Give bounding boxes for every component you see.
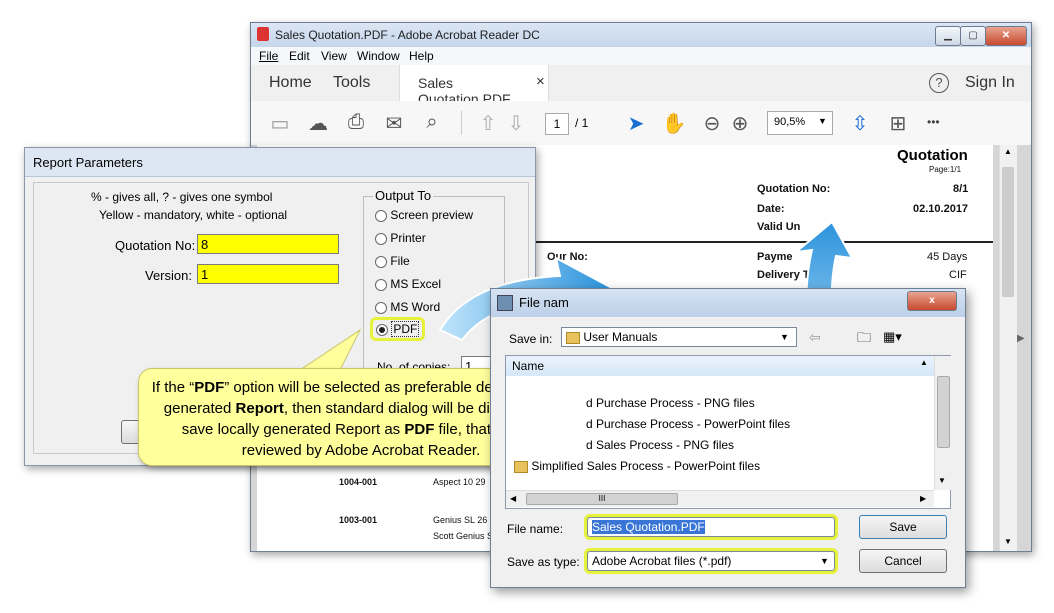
column-header[interactable]: Name ▲ <box>506 356 934 376</box>
save-button[interactable]: Save <box>859 515 947 539</box>
file-name-input[interactable]: Sales Quotation.PDF <box>587 517 835 537</box>
callout-text: If the “ <box>151 379 195 396</box>
back-arrow-icon[interactable]: ⇦ <box>809 329 821 346</box>
chevron-down-icon: ▼ <box>820 556 829 566</box>
list-item[interactable]: d Purchase Process - PNG files <box>586 396 755 410</box>
column-header-label: Name <box>512 359 545 373</box>
file-dialog-title: File nam <box>519 295 569 310</box>
list-item-label: d Purchase Process - PowerPoint files <box>586 417 791 431</box>
scroll-right-icon[interactable]: ▶ <box>920 494 926 503</box>
scroll-down-icon[interactable]: ▼ <box>938 476 946 485</box>
list-item-label: d Purchase Process - PNG files <box>586 396 755 410</box>
file-dialog-titlebar: File nam x <box>491 289 965 317</box>
scroll-thumb[interactable] <box>937 376 950 448</box>
file-dialog-close-button[interactable]: x <box>907 291 957 311</box>
save-type-label: Save as type: <box>507 555 580 569</box>
cancel-button[interactable]: Cancel <box>859 549 947 573</box>
file-name-value: Sales Quotation.PDF <box>592 520 705 534</box>
list-item[interactable]: d Purchase Process - PowerPoint files <box>586 417 790 431</box>
file-dialog-icon <box>497 295 513 311</box>
view-menu-icon[interactable]: ▦▾ <box>883 329 902 345</box>
list-vertical-scrollbar[interactable]: ▼ <box>934 356 951 490</box>
file-save-dialog: File nam x Save in: User Manuals ▼ ⇦ 🗀 ▦… <box>490 288 966 588</box>
folder-icon <box>514 460 528 473</box>
scroll-thumb[interactable]: III <box>526 493 678 505</box>
scroll-grip: III <box>598 494 606 503</box>
chevron-down-icon: ▼ <box>780 332 789 342</box>
file-name-label: File name: <box>507 522 564 536</box>
save-type-value: Adobe Acrobat files (*.pdf) <box>592 554 732 568</box>
sort-arrow-icon: ▲ <box>920 358 928 367</box>
save-in-value: User Manuals <box>583 330 658 344</box>
list-item[interactable]: d Sales Process - PNG files <box>586 438 734 452</box>
callout-pdf: PDF <box>404 421 435 438</box>
list-item-label: d Sales Process - PNG files <box>586 438 735 452</box>
new-folder-icon[interactable]: 🗀 <box>857 327 871 351</box>
scroll-left-icon[interactable]: ◀ <box>510 494 516 503</box>
list-item-label: Simplified Sales Process - PowerPoint fi… <box>531 459 761 473</box>
list-horizontal-scrollbar[interactable]: ◀ III ▶ <box>506 490 934 507</box>
file-list: Name ▲ d Purchase Process - PNG files d … <box>505 355 951 509</box>
list-item[interactable]: Simplified Sales Process - PowerPoint fi… <box>514 459 760 473</box>
callout-pdf: PDF <box>194 379 225 396</box>
save-in-select[interactable]: User Manuals ▼ <box>561 327 797 347</box>
folder-icon <box>566 331 580 344</box>
save-type-select[interactable]: Adobe Acrobat files (*.pdf) ▼ <box>587 551 835 571</box>
save-in-label: Save in: <box>509 332 553 346</box>
callout-report: Report <box>235 400 284 417</box>
